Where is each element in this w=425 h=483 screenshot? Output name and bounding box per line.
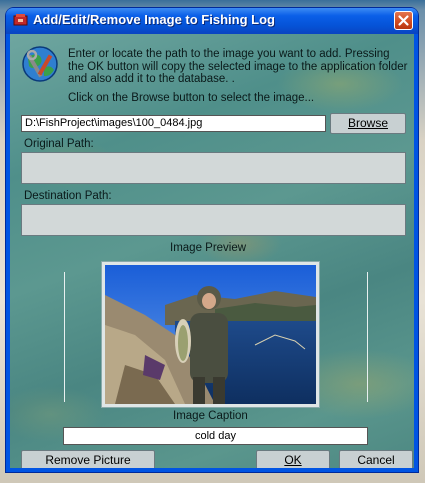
preview-photo — [105, 265, 316, 404]
remove-picture-label: Remove Picture — [45, 453, 131, 467]
dialog-window: Add/Edit/Remove Image to Fishing Log Ent… — [6, 8, 418, 472]
image-caption-input[interactable]: cold day — [63, 427, 368, 445]
browse-button[interactable]: Browse — [330, 113, 406, 134]
instructions-text: Enter or locate the path to the image yo… — [68, 48, 408, 85]
destination-path-label: Destination Path: — [24, 190, 112, 202]
cancel-button[interactable]: Cancel — [339, 450, 413, 468]
dialog-client-area: Enter or locate the path to the image yo… — [10, 34, 414, 468]
ok-button[interactable]: OK — [256, 450, 330, 468]
original-path-field — [21, 152, 406, 184]
ok-button-label: OK — [284, 453, 302, 467]
image-path-input[interactable]: D:\FishProject\images\100_0484.jpg — [21, 115, 326, 132]
browse-hint-text: Click on the Browse button to select the… — [68, 92, 315, 104]
close-icon — [398, 15, 409, 26]
globe-tools-icon — [22, 46, 58, 82]
image-preview — [101, 261, 320, 408]
fishing-log-app-icon — [13, 14, 28, 26]
image-preview-label: Image Preview — [170, 242, 247, 254]
preview-right-divider — [367, 272, 368, 402]
window-title: Add/Edit/Remove Image to Fishing Log — [33, 12, 275, 27]
close-button[interactable] — [394, 11, 413, 30]
remove-picture-button[interactable]: Remove Picture — [21, 450, 155, 468]
title-bar[interactable]: Add/Edit/Remove Image to Fishing Log — [6, 8, 418, 34]
original-path-label: Original Path: — [24, 138, 94, 150]
cancel-button-label: Cancel — [357, 453, 395, 467]
image-caption-label: Image Caption — [173, 410, 248, 422]
browse-button-label: Browse — [347, 116, 388, 130]
destination-path-field — [21, 204, 406, 236]
preview-left-divider — [64, 272, 65, 402]
